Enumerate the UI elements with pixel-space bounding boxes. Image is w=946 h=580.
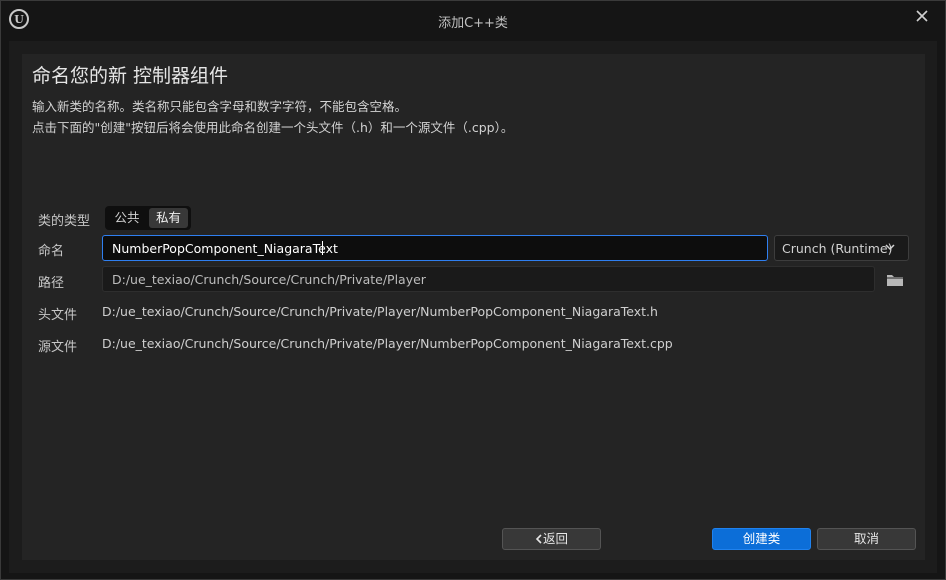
description-line-1: 输入新类的名称。类名称只能包含字母和数字字符，不能包含空格。 xyxy=(32,99,408,114)
module-value: Crunch (Runtime) xyxy=(782,241,893,256)
window-title: 添加C++类 xyxy=(438,16,508,31)
text-caret xyxy=(322,241,323,255)
module-dropdown[interactable]: Crunch (Runtime) xyxy=(774,235,909,261)
class-type-public-option[interactable]: 公共 xyxy=(108,208,146,228)
source-file-label: 源文件 xyxy=(38,340,78,355)
header-file-label: 头文件 xyxy=(38,308,78,323)
class-type-label: 类的类型 xyxy=(38,214,91,229)
class-name-input[interactable]: NumberPopComponent_NiagaraText xyxy=(102,235,768,261)
class-naming-panel: 命名您的新 控制器组件 输入新类的名称。类名称只能包含字母和数字字符，不能包含空… xyxy=(22,54,925,560)
add-cpp-class-dialog: U 添加C++类 命名您的新 控制器组件 输入新类的名称。类名称只能包含字母和数… xyxy=(0,0,946,580)
path-label: 路径 xyxy=(38,276,65,291)
chevron-down-icon xyxy=(885,244,895,251)
header-file-path: D:/ue_texiao/Crunch/Source/Crunch/Privat… xyxy=(102,304,658,319)
close-icon[interactable] xyxy=(913,7,931,25)
back-button-label: 返回 xyxy=(542,531,568,546)
page-title: 命名您的新 控制器组件 xyxy=(32,65,229,87)
class-name-value: NumberPopComponent_NiagaraText xyxy=(112,241,338,256)
path-input[interactable]: D:/ue_texiao/Crunch/Source/Crunch/Privat… xyxy=(102,266,875,292)
cancel-button[interactable]: 取消 xyxy=(817,528,916,550)
chevron-left-icon xyxy=(535,534,542,544)
folder-icon[interactable] xyxy=(886,273,904,287)
class-type-toggle: 公共 私有 xyxy=(105,206,191,230)
path-value: D:/ue_texiao/Crunch/Source/Crunch/Privat… xyxy=(112,272,426,287)
back-button[interactable]: 返回 xyxy=(502,528,601,550)
dialog-content: 命名您的新 控制器组件 输入新类的名称。类名称只能包含字母和数字字符，不能包含空… xyxy=(9,41,937,573)
description-line-2: 点击下面的"创建"按钮后将会使用此命名创建一个头文件（.h）和一个源文件（.cp… xyxy=(32,120,514,135)
source-file-path: D:/ue_texiao/Crunch/Source/Crunch/Privat… xyxy=(102,336,673,351)
title-bar[interactable]: U 添加C++类 xyxy=(1,1,945,39)
create-class-button[interactable]: 创建类 xyxy=(712,528,811,550)
name-label: 命名 xyxy=(38,244,65,259)
class-type-private-option[interactable]: 私有 xyxy=(149,208,188,228)
